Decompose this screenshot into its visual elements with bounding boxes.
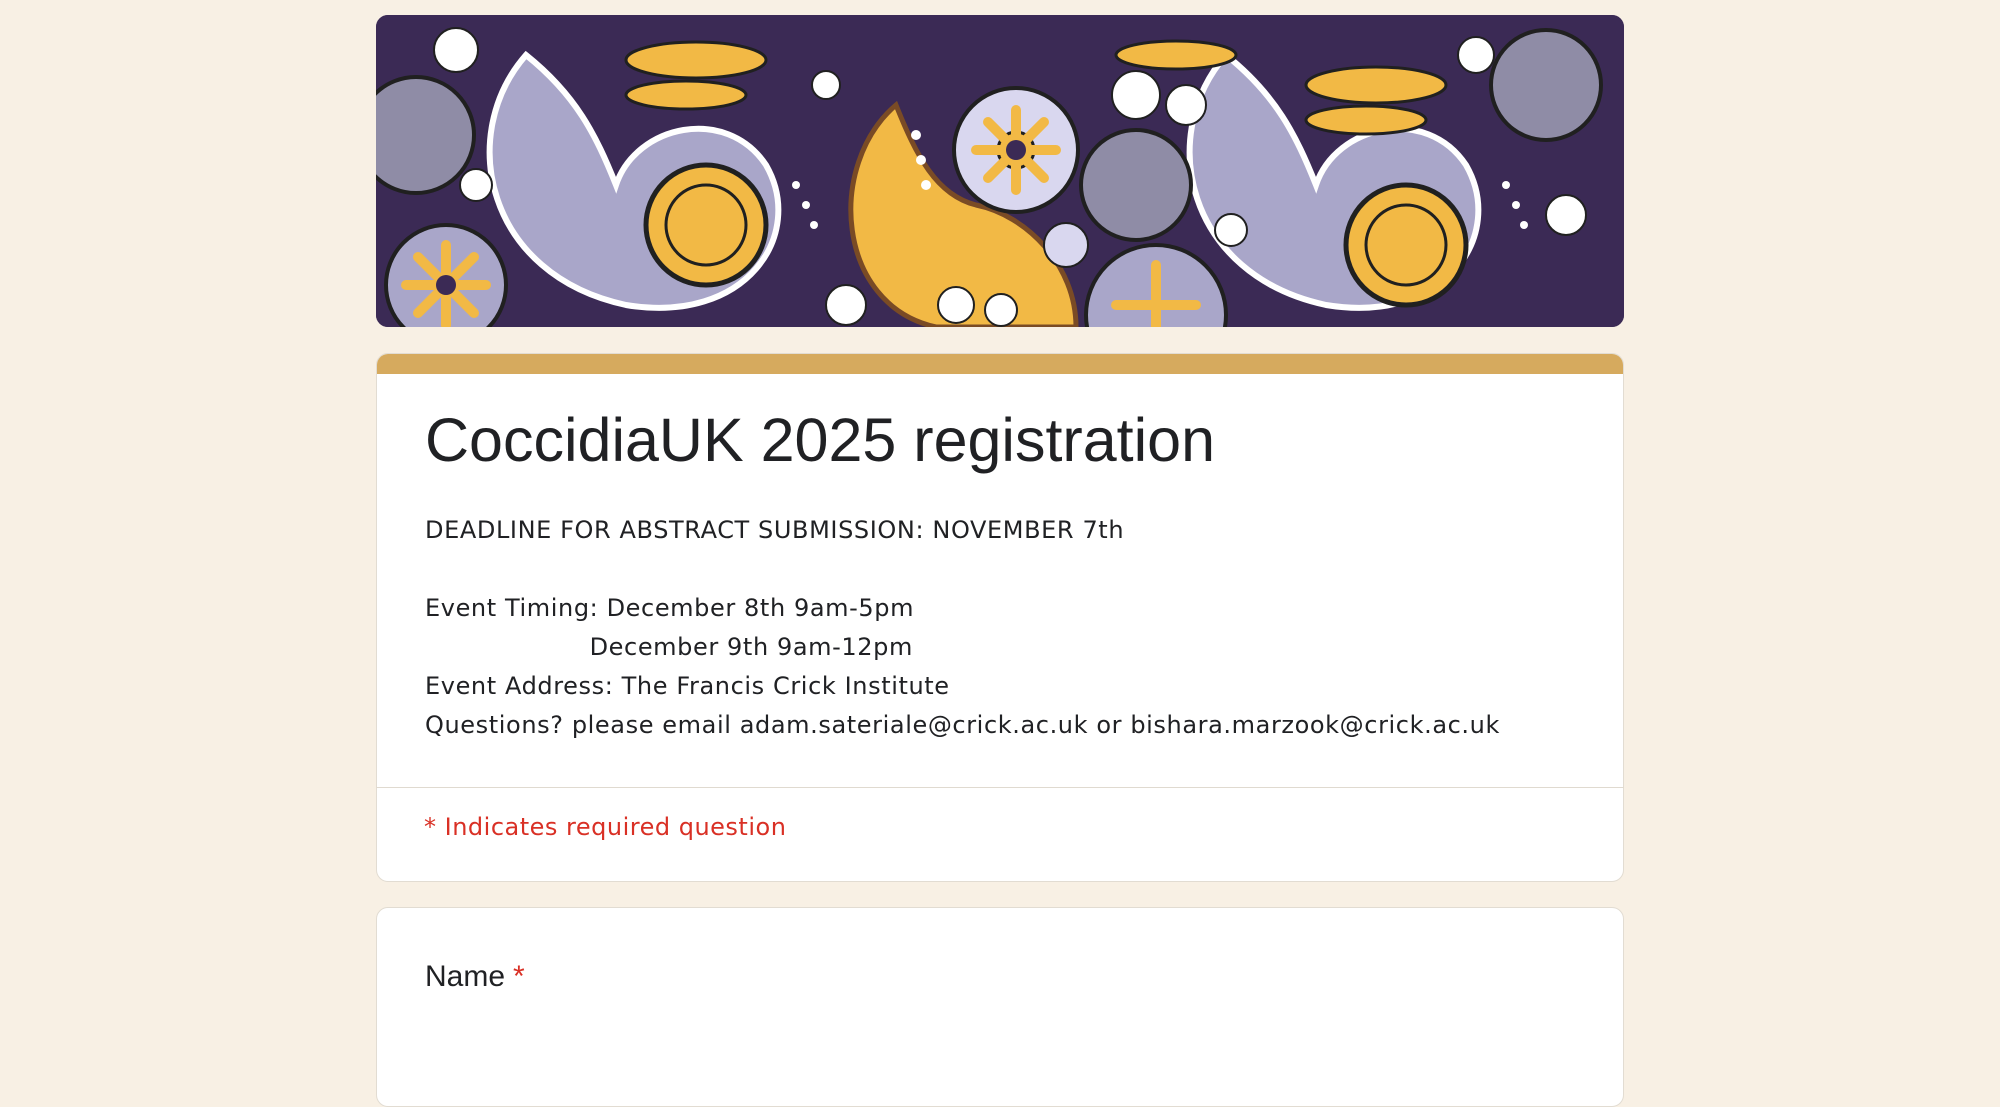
form-description: DEADLINE FOR ABSTRACT SUBMISSION: NOVEMB… (425, 511, 1575, 745)
form-title: CoccidiaUK 2025 registration (425, 406, 1216, 474)
accent-bar (377, 354, 1623, 374)
form-header-card: CoccidiaUK 2025 registration DEADLINE FO… (376, 353, 1624, 882)
description-blank-line (425, 550, 1575, 589)
header-banner-image (376, 15, 1624, 327)
description-line: DEADLINE FOR ABSTRACT SUBMISSION: NOVEMB… (425, 516, 1125, 545)
paisley-pattern-image (376, 15, 1624, 327)
description-line: December 9th 9am-12pm (425, 633, 913, 662)
required-question-note: * Indicates required question (424, 813, 787, 841)
question-label: Name * (425, 960, 525, 994)
required-asterisk: * (513, 960, 525, 993)
description-line: Questions? please email adam.sateriale@c… (425, 711, 1500, 740)
question-title: Name (425, 960, 506, 993)
question-card-name: Name * (376, 907, 1624, 1107)
description-line: Event Address: The Francis Crick Institu… (425, 672, 950, 701)
description-line: Event Timing: December 8th 9am-5pm (425, 594, 915, 623)
